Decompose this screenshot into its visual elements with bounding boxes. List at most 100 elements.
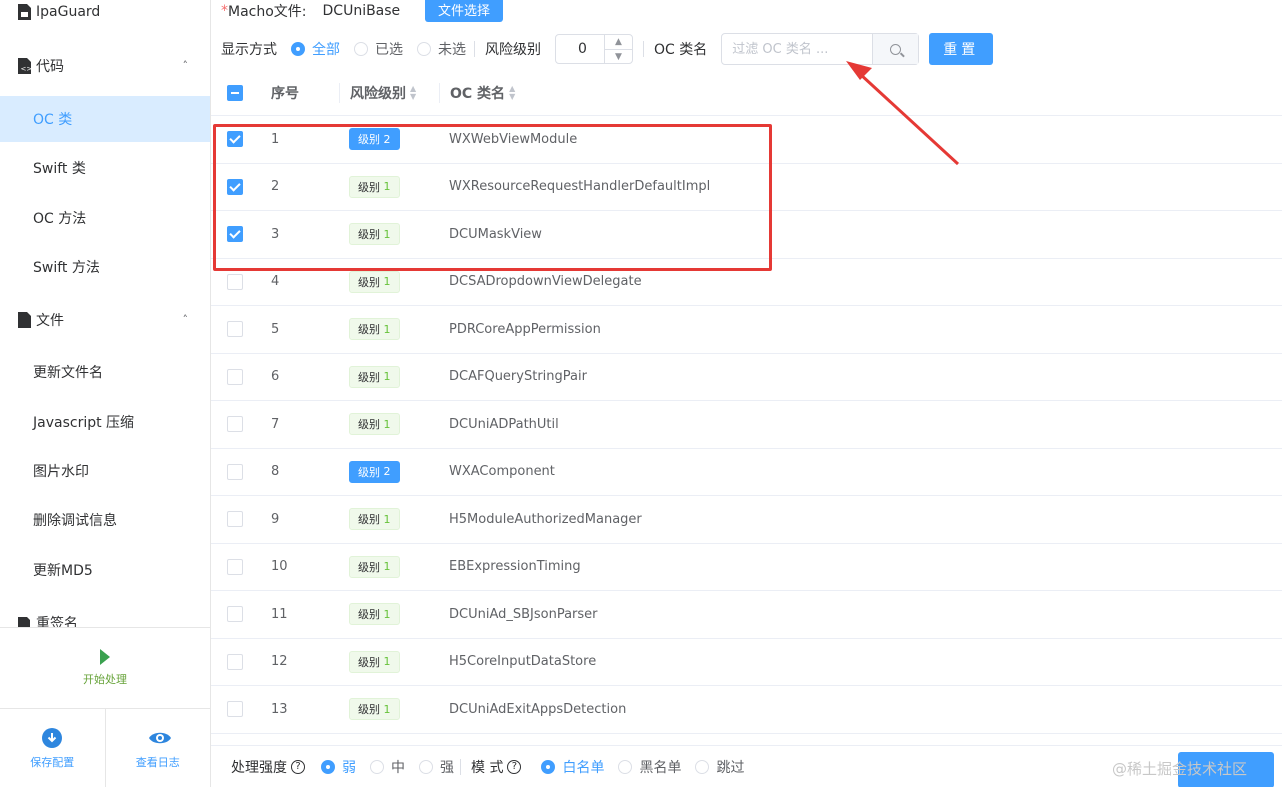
file-lock-icon [18,4,31,20]
row-index: 9 [271,511,280,527]
header-oc-class[interactable]: OC 类名 ▲ ▼ [439,82,1282,103]
help-icon[interactable]: ? [507,759,522,774]
sidebar-item-swift-class[interactable]: Swift 类 [0,145,210,191]
strength-weak-radio[interactable]: 弱 [321,757,356,777]
chevron-up-icon[interactable]: ▲ [605,35,632,49]
table-row[interactable]: 6 级别 1 DCAFQueryStringPair [211,354,1282,401]
group-label-resign: 重签名 [36,616,78,627]
sidebar-actions: 开始处理 保存配置 查看日志 [0,627,210,787]
row-index: 10 [271,559,288,575]
sort-icon: ▲ ▼ [410,83,417,101]
sidebar-item-image-watermark[interactable]: 图片水印 [0,448,210,494]
risk-level-tag: 级别 1 [349,555,400,578]
table-row[interactable]: 5 级别 1 PDRCoreAppPermission [211,306,1282,354]
row-checkbox[interactable] [227,701,243,718]
row-checkbox[interactable] [227,463,243,480]
table-row[interactable]: 10 级别 1 EBExpressionTiming [211,544,1282,591]
row-checkbox[interactable] [227,368,243,385]
search-icon [890,43,902,55]
mode-blacklist-radio[interactable]: 黑名单 [618,757,681,777]
risk-level-stepper[interactable]: 0 ▲ ▼ [555,34,633,64]
sidebar-item-remove-debug[interactable]: 删除调试信息 [0,497,210,543]
row-index: 4 [271,274,280,290]
sidebar: IpaGuard <> 代码 ˄ OC 类 Swift 类 OC 方法 Swif… [0,0,211,787]
table-row[interactable]: 9 级别 1 H5ModuleAuthorizedManager [211,496,1282,544]
view-log-button[interactable]: 查看日志 [104,709,211,787]
sidebar-group-resign[interactable]: 重签名 [0,603,210,627]
strength-label: 处理强度 [231,759,287,776]
eye-icon [148,728,171,748]
help-icon[interactable]: ? [291,759,305,774]
row-checkbox[interactable] [227,416,243,433]
strength-strong-radio[interactable]: 强 [419,757,454,777]
divider [474,41,475,57]
display-selected-radio[interactable]: 已选 [354,39,403,59]
sidebar-item-swift-method[interactable]: Swift 方法 [0,244,210,290]
table-row[interactable]: 8 级别 2 WXAComponent [211,449,1282,496]
row-class-name: WXAComponent [449,464,555,480]
row-class-name: DCUniADPathUtil [449,416,559,432]
play-icon [100,649,110,665]
oc-class-search-input[interactable] [722,34,873,64]
risk-level-tag: 级别 1 [349,318,400,341]
row-class-name: DCUniAdExitAppsDetection [449,701,627,717]
row-checkbox[interactable] [227,511,243,528]
row-checkbox[interactable] [227,558,243,575]
header-index: 序号 [271,85,299,102]
risk-level-tag: 级别 1 [349,603,400,626]
chevron-up-icon: ˄ [182,313,189,326]
row-class-name: DCAFQueryStringPair [449,369,587,385]
risk-level-tag: 级别 1 [349,365,400,388]
row-checkbox[interactable] [227,653,243,670]
table-row[interactable]: 11 级别 1 DCUniAd_SBJsonParser [211,591,1282,639]
sidebar-group-code[interactable]: <> 代码 ˄ [0,46,210,86]
table-row[interactable]: 12 级别 1 H5CoreInputDataStore [211,639,1282,686]
display-all-radio[interactable]: 全部 [291,39,340,59]
main-panel: * Macho文件: DCUniBase 文件选择 显示方式 全部 已选 未选 … [211,0,1282,787]
chevron-down-icon[interactable]: ▼ [605,49,632,63]
select-all-checkbox[interactable] [227,84,243,101]
mode-skip-radio[interactable]: 跳过 [695,757,744,777]
sidebar-item-oc-method[interactable]: OC 方法 [0,195,210,241]
chevron-up-icon: ˄ [182,59,189,72]
row-index: 7 [271,416,280,432]
sidebar-nav: IpaGuard <> 代码 ˄ OC 类 Swift 类 OC 方法 Swif… [0,0,210,627]
row-checkbox[interactable] [227,273,243,290]
start-process-button[interactable]: 开始处理 [0,628,210,708]
divider [460,758,461,775]
sidebar-item-oc-class[interactable]: OC 类 [0,96,210,142]
strength-medium-radio[interactable]: 中 [370,757,405,777]
row-index: 6 [271,369,280,385]
sort-icon: ▲ ▼ [509,83,516,101]
sidebar-app-title[interactable]: IpaGuard [0,0,210,32]
save-config-button[interactable]: 保存配置 [0,709,105,787]
macho-file-row: * Macho文件: DCUniBase [221,3,401,20]
row-class-name: H5CoreInputDataStore [449,654,597,670]
highlight-box [213,124,772,271]
row-checkbox[interactable] [227,606,243,623]
sidebar-group-file[interactable]: 文件 ˄ [0,300,210,340]
row-index: 5 [271,321,280,337]
row-class-name: DCUniAd_SBJsonParser [449,606,598,622]
mode-whitelist-radio[interactable]: 白名单 [541,757,604,777]
row-checkbox[interactable] [227,321,243,338]
watermark-text: @稀土掘金技术社区 [1112,760,1248,778]
file-select-button[interactable]: 文件选择 [425,0,503,22]
macho-label: Macho文件: [228,4,307,20]
risk-level-tag: 级别 1 [349,650,400,673]
header-risk-level[interactable]: 风险级别 ▲ ▼ [339,82,439,103]
risk-level-tag: 级别 2 [349,460,400,483]
sidebar-item-rename-file[interactable]: 更新文件名 [0,349,210,395]
table-row[interactable]: 7 级别 1 DCUniADPathUtil [211,401,1282,449]
table-header: 序号 风险级别 ▲ ▼ OC 类名 ▲ ▼ [211,70,1282,116]
search-button[interactable] [872,34,919,64]
reset-button[interactable]: 重置 [929,33,994,65]
sidebar-item-js-compress[interactable]: Javascript 压缩 [0,399,210,445]
signature-icon [18,615,31,627]
table-row[interactable]: 13 级别 1 DCUniAdExitAppsDetection [211,686,1282,734]
display-unselected-radio[interactable]: 未选 [417,39,466,59]
risk-level-label: 风险级别 [485,42,541,58]
sidebar-item-update-md5[interactable]: 更新MD5 [0,547,210,593]
app-window: IpaGuard <> 代码 ˄ OC 类 Swift 类 OC 方法 Swif… [0,0,1282,787]
risk-level-tag: 级别 1 [349,698,400,721]
